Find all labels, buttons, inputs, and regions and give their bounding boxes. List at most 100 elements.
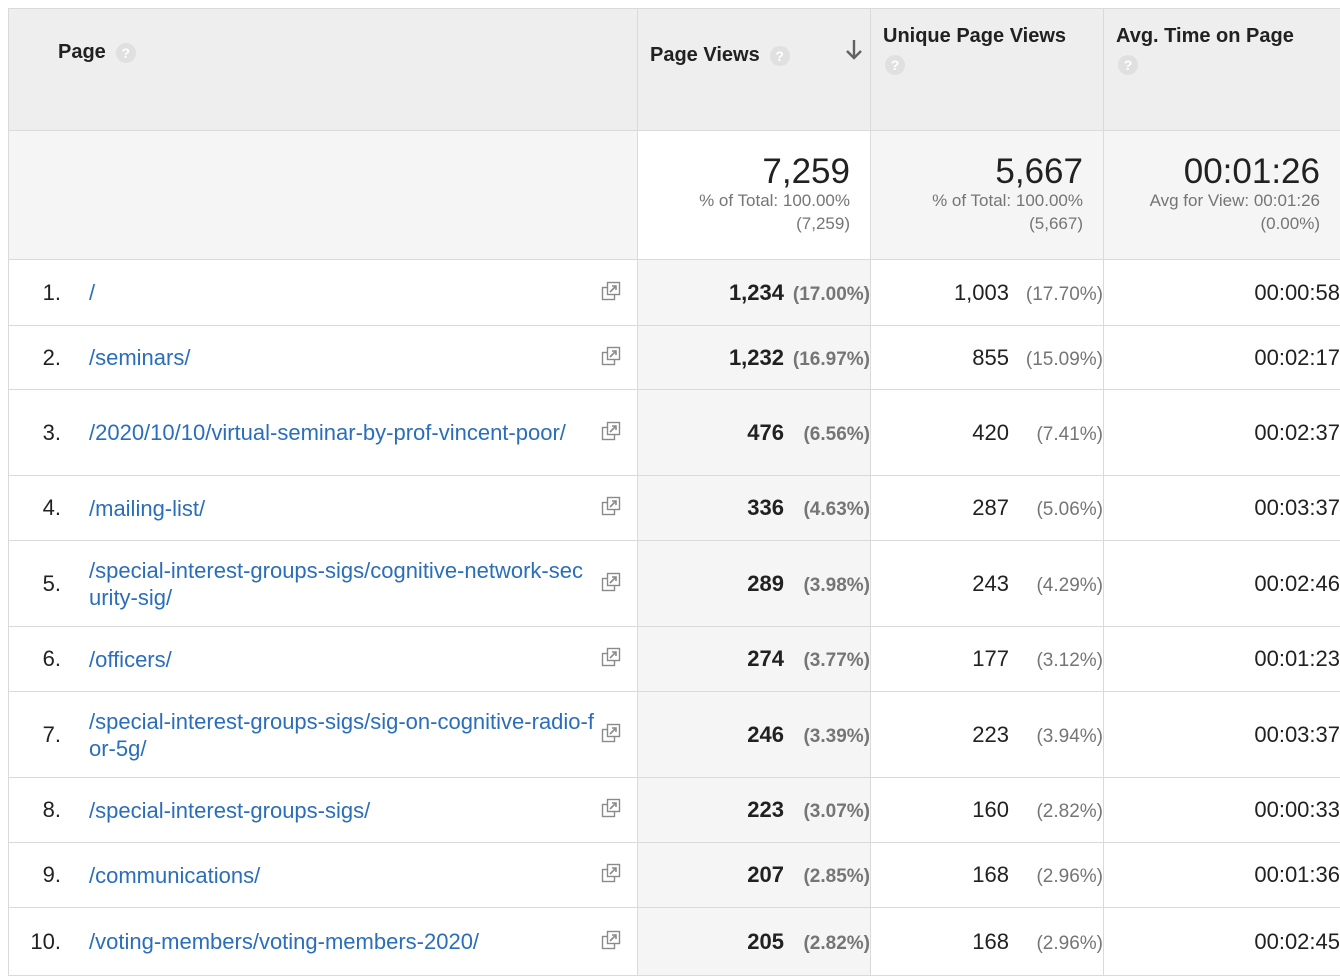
page-views-cell: 274(3.77%) <box>638 627 871 692</box>
table-row: 3. /2020/10/10/virtual-seminar-by-prof-v… <box>9 390 1340 476</box>
row-rank: 5. <box>9 571 61 597</box>
external-link-icon[interactable] <box>601 346 621 366</box>
arrow-down-icon[interactable] <box>844 37 864 63</box>
row-rank: 9. <box>9 862 61 888</box>
column-header-page-views[interactable]: Page Views? <box>638 9 871 131</box>
table-row: 7. /special-interest-groups-sigs/sig-on-… <box>9 692 1340 778</box>
external-link-icon[interactable] <box>601 421 621 441</box>
external-link-icon[interactable] <box>601 572 621 592</box>
page-views-value: 246 <box>747 722 784 748</box>
column-header-avg-time[interactable]: Avg. Time on Page ? <box>1104 9 1340 131</box>
table-row: 1. / 1,234(17.00%) 1,003(17.70%) 00:00:5… <box>9 260 1340 326</box>
page-cell: 3. /2020/10/10/virtual-seminar-by-prof-v… <box>9 390 638 476</box>
page-path-link[interactable]: /special-interest-groups-sigs/sig-on-cog… <box>89 708 595 762</box>
unique-page-views-value: 160 <box>972 797 1009 823</box>
unique-page-views-value: 287 <box>972 495 1009 521</box>
unique-page-views-percent: (3.94%) <box>1009 726 1103 748</box>
page-views-value: 336 <box>747 495 784 521</box>
external-link-icon[interactable] <box>601 496 621 516</box>
page-cell: 10. /voting-members/voting-members-2020/ <box>9 908 638 976</box>
avg-time-cell: 00:02:17 <box>1104 326 1340 390</box>
table-row: 8. /special-interest-groups-sigs/ 223(3.… <box>9 778 1340 843</box>
page-views-percent: (2.82%) <box>784 933 870 955</box>
external-link-icon[interactable] <box>601 723 621 743</box>
unique-page-views-cell: 1,003(17.70%) <box>871 260 1104 326</box>
external-link-icon[interactable] <box>601 798 621 818</box>
page-views-percent: (17.00%) <box>784 284 870 306</box>
question-circle-icon[interactable]: ? <box>885 55 905 75</box>
page-path-link[interactable]: /special-interest-groups-sigs/cognitive-… <box>89 557 595 611</box>
totals-row: 7,259 % of Total: 100.00% (7,259) 5,667 … <box>9 131 1340 260</box>
row-rank: 6. <box>9 646 61 672</box>
question-circle-icon[interactable]: ? <box>1118 55 1138 75</box>
row-rank: 10. <box>9 929 61 955</box>
unique-page-views-cell: 168(2.96%) <box>871 908 1104 976</box>
avg-time-cell: 00:03:37 <box>1104 692 1340 778</box>
table-row: 6. /officers/ 274(3.77%) 177(3.12%) 00:0… <box>9 627 1340 692</box>
page-views-percent: (3.07%) <box>784 801 870 823</box>
unique-page-views-cell: 243(4.29%) <box>871 541 1104 627</box>
unique-page-views-percent: (2.82%) <box>1009 801 1103 823</box>
page-path-link[interactable]: /special-interest-groups-sigs/ <box>89 797 595 824</box>
column-header-page[interactable]: Page? <box>9 9 638 131</box>
unique-page-views-value: 177 <box>972 646 1009 672</box>
unique-page-views-value: 1,003 <box>954 280 1009 306</box>
page-views-cell: 1,232(16.97%) <box>638 326 871 390</box>
page-views-value: 289 <box>747 571 784 597</box>
totals-unique-page-views: 5,667 % of Total: 100.00% (5,667) <box>871 131 1104 260</box>
page-path-link[interactable]: /seminars/ <box>89 344 595 371</box>
page-path-link[interactable]: /2020/10/10/virtual-seminar-by-prof-vinc… <box>89 419 595 446</box>
page-views-percent: (4.63%) <box>784 499 870 521</box>
totals-page-cell <box>9 131 638 260</box>
page-cell: 9. /communications/ <box>9 843 638 908</box>
column-header-unique-page-views[interactable]: Unique Page Views ? <box>871 9 1104 131</box>
unique-page-views-value: 223 <box>972 722 1009 748</box>
column-header-avg-time-label: Avg. Time on Page <box>1116 25 1294 47</box>
avg-time-cell: 00:00:58 <box>1104 260 1340 326</box>
table-row: 2. /seminars/ 1,232(16.97%) 855(15.09%) … <box>9 326 1340 390</box>
page-path-link[interactable]: /voting-members/voting-members-2020/ <box>89 928 595 955</box>
external-link-icon[interactable] <box>601 863 621 883</box>
column-header-page-label: Page <box>58 41 106 63</box>
page-cell: 7. /special-interest-groups-sigs/sig-on-… <box>9 692 638 778</box>
totals-value: 00:01:26 <box>1104 131 1340 189</box>
page-views-cell: 207(2.85%) <box>638 843 871 908</box>
page-views-cell: 246(3.39%) <box>638 692 871 778</box>
page-views-cell: 476(6.56%) <box>638 390 871 476</box>
page-cell: 6. /officers/ <box>9 627 638 692</box>
unique-page-views-percent: (4.29%) <box>1009 575 1103 597</box>
unique-page-views-cell: 168(2.96%) <box>871 843 1104 908</box>
totals-avg-time: 00:01:26 Avg for View: 00:01:26 (0.00%) <box>1104 131 1340 260</box>
totals-page-views: 7,259 % of Total: 100.00% (7,259) <box>638 131 871 260</box>
unique-page-views-percent: (17.70%) <box>1009 284 1103 306</box>
page-views-percent: (3.77%) <box>784 650 870 672</box>
totals-subtext: % of Total: 100.00% <box>871 189 1103 212</box>
page-path-link[interactable]: / <box>89 279 595 306</box>
external-link-icon[interactable] <box>601 647 621 667</box>
page-views-value: 205 <box>747 929 784 955</box>
totals-value: 5,667 <box>871 131 1103 189</box>
table-row: 4. /mailing-list/ 336(4.63%) 287(5.06%) … <box>9 476 1340 541</box>
page-views-cell: 223(3.07%) <box>638 778 871 843</box>
table-row: 10. /voting-members/voting-members-2020/… <box>9 908 1340 976</box>
question-circle-icon[interactable]: ? <box>770 46 790 66</box>
external-link-icon[interactable] <box>601 281 621 301</box>
page-views-value: 223 <box>747 797 784 823</box>
unique-page-views-cell: 160(2.82%) <box>871 778 1104 843</box>
avg-time-cell: 00:00:33 <box>1104 778 1340 843</box>
page-cell: 5. /special-interest-groups-sigs/cogniti… <box>9 541 638 627</box>
page-views-percent: (3.39%) <box>784 726 870 748</box>
page-views-value: 476 <box>747 420 784 446</box>
page-cell: 1. / <box>9 260 638 326</box>
unique-page-views-cell: 223(3.94%) <box>871 692 1104 778</box>
page-path-link[interactable]: /communications/ <box>89 862 595 889</box>
unique-page-views-percent: (3.12%) <box>1009 650 1103 672</box>
totals-subtext: (5,667) <box>871 212 1103 235</box>
page-views-value: 1,234 <box>729 280 784 306</box>
unique-page-views-percent: (2.96%) <box>1009 933 1103 955</box>
page-path-link[interactable]: /officers/ <box>89 646 595 673</box>
question-circle-icon[interactable]: ? <box>116 43 136 63</box>
page-path-link[interactable]: /mailing-list/ <box>89 495 595 522</box>
row-rank: 8. <box>9 797 61 823</box>
page-views-cell: 289(3.98%) <box>638 541 871 627</box>
